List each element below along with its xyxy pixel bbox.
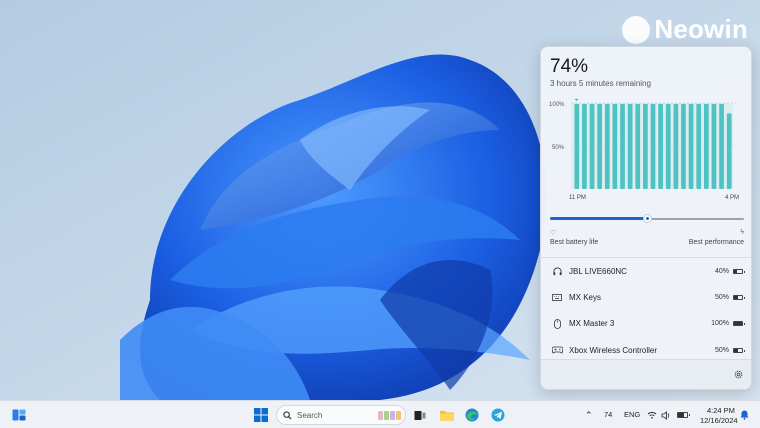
power-mode-icons: ♡ ϟ xyxy=(550,229,744,239)
y-tick-label: 100% xyxy=(549,102,565,108)
notification-bell-icon[interactable] xyxy=(738,406,750,424)
battery-usage-bar xyxy=(589,103,595,189)
battery-usage-bar xyxy=(696,103,702,189)
device-battery-icon xyxy=(733,321,745,327)
slider-thumb[interactable] xyxy=(642,214,652,223)
watermark-brand: Neowin xyxy=(654,14,748,44)
volume-icon[interactable] xyxy=(660,406,672,424)
battery-remaining-time: 3 hours 5 minutes remaining xyxy=(550,79,651,88)
folder-icon xyxy=(440,411,454,421)
show-hidden-icons-chevron-icon[interactable]: ⌃ xyxy=(585,410,593,421)
tray-battery-percent: 74 xyxy=(604,410,613,419)
windows-logo-icon xyxy=(254,408,268,422)
clock-date[interactable]: 12/16/2024 xyxy=(700,416,738,425)
battery-saver-icon: ♡ xyxy=(550,230,557,237)
battery-usage-bar xyxy=(726,113,732,189)
telegram-icon xyxy=(491,408,505,422)
battery-usage-bar xyxy=(604,103,610,189)
task-view-icon xyxy=(414,411,426,420)
battery-flyout: 74% 3 hours 5 minutes remaining 100% 50%… xyxy=(540,46,752,390)
battery-usage-bar xyxy=(597,103,603,189)
y-tick-label: 50% xyxy=(552,145,565,151)
keyboard-icon xyxy=(551,292,563,302)
device-row[interactable]: JBL LIVE660NC 40% xyxy=(541,258,751,284)
device-row[interactable]: MX Master 3 100% xyxy=(541,311,751,337)
device-name: Xbox Wireless Controller xyxy=(569,345,658,355)
x-tick-label: 4 PM xyxy=(725,195,739,201)
device-percent: 50% xyxy=(714,346,729,354)
battery-usage-bar xyxy=(582,103,587,189)
battery-usage-bar xyxy=(665,103,671,189)
charging-marker-icon: ✦ xyxy=(574,99,579,104)
telegram-button[interactable] xyxy=(489,406,507,424)
device-name: JBL LIVE660NC xyxy=(569,266,627,276)
battery-usage-chart: 100% 50% ✦ 11 PM 4 PM xyxy=(549,99,739,201)
battery-usage-bar xyxy=(711,103,717,189)
battery-usage-bar xyxy=(658,103,663,189)
battery-tray-icon[interactable] xyxy=(675,406,690,424)
battery-usage-bar xyxy=(643,103,648,189)
battery-usage-bar xyxy=(627,103,633,189)
battery-usage-bar xyxy=(681,103,686,189)
device-percent: 50% xyxy=(714,293,729,301)
battery-usage-bar xyxy=(650,103,656,189)
gear-icon[interactable] xyxy=(733,369,744,380)
edge-browser-button[interactable] xyxy=(463,406,481,424)
device-battery-icon xyxy=(733,347,745,353)
edge-icon xyxy=(465,408,479,422)
device-name: MX Keys xyxy=(569,292,602,302)
flyout-footer xyxy=(541,359,751,389)
performance-icon: ϟ xyxy=(740,229,744,236)
file-explorer-button[interactable] xyxy=(438,406,456,424)
battery-usage-bar xyxy=(574,103,580,189)
best-performance-label: Best performance xyxy=(688,239,744,246)
slider-fill xyxy=(550,217,647,220)
battery-usage-bar xyxy=(612,103,618,189)
wifi-icon[interactable] xyxy=(646,406,658,424)
bluetooth-device-list: JBL LIVE660NC 40% MX Keys 50% MX Master … xyxy=(541,257,751,363)
battery-usage-bar xyxy=(635,103,641,189)
battery-usage-bar xyxy=(719,103,724,189)
taskbar: Search ⌃ 74 ENG 4:24 PM 12/16/2024 xyxy=(0,400,760,428)
search-icon xyxy=(283,410,292,420)
battery-usage-bar xyxy=(620,103,625,189)
search-placeholder: Search xyxy=(297,410,323,420)
widgets-icon xyxy=(12,409,26,421)
battery-percent: 74% xyxy=(550,56,589,77)
neowin-logo-icon xyxy=(622,15,651,44)
mouse-icon xyxy=(551,318,563,329)
x-tick-label: 11 PM xyxy=(569,195,586,201)
start-button[interactable] xyxy=(252,406,270,424)
input-language[interactable]: ENG xyxy=(624,410,640,419)
device-percent: 100% xyxy=(711,320,729,328)
taskbar-search-box[interactable]: Search xyxy=(276,405,406,425)
device-row[interactable]: MX Keys 50% xyxy=(541,284,751,310)
device-battery-icon xyxy=(733,268,745,274)
battery-usage-bar xyxy=(703,103,709,189)
best-battery-label: Best battery life xyxy=(550,239,599,246)
device-percent: 40% xyxy=(714,267,729,275)
power-mode-slider[interactable] xyxy=(550,213,744,225)
battery-usage-bar xyxy=(688,103,694,189)
device-battery-icon xyxy=(733,294,745,300)
search-highlight-icon xyxy=(378,410,401,420)
widgets-button[interactable] xyxy=(10,406,28,424)
gamepad-icon xyxy=(551,345,563,355)
battery-usage-bar xyxy=(673,103,679,189)
headphones-icon xyxy=(551,266,563,276)
task-view-button[interactable] xyxy=(412,406,428,424)
device-name: MX Master 3 xyxy=(569,319,615,329)
neowin-watermark: Neowin xyxy=(622,14,748,45)
clock-time[interactable]: 4:24 PM xyxy=(707,406,735,415)
